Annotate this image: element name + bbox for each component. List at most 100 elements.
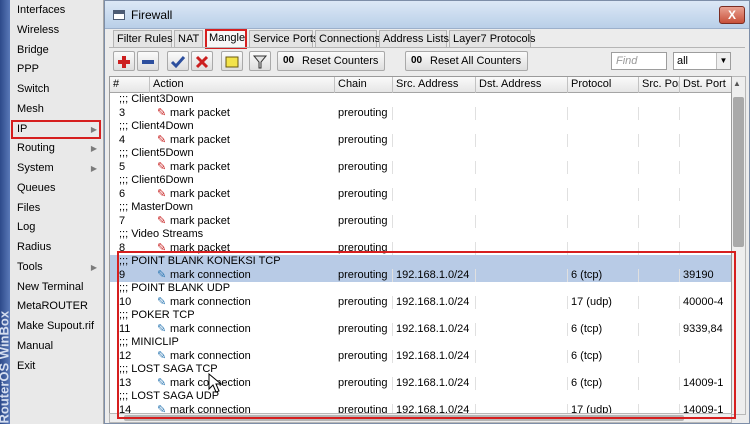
cell-chain: prerouting xyxy=(335,133,393,147)
sidebar-item-label: Exit xyxy=(17,359,36,372)
cell-proto xyxy=(568,214,639,228)
add-button[interactable] xyxy=(113,51,135,71)
rule-number: 5 xyxy=(119,160,126,173)
sidebar-item-bridge[interactable]: Bridge xyxy=(11,41,101,60)
sidebar-item-log[interactable]: Log xyxy=(11,218,101,237)
rule-comment: ;;; MasterDown xyxy=(119,201,193,213)
tab-mangle[interactable]: Mangle xyxy=(205,29,247,49)
cell-dst xyxy=(476,106,568,120)
scroll-up-icon[interactable]: ▲ xyxy=(733,79,741,88)
sidebar-item-manual[interactable]: Manual xyxy=(11,337,101,356)
sidebar-item-radius[interactable]: Radius xyxy=(11,238,101,257)
column-header-dst-port[interactable]: Dst. Port xyxy=(680,77,731,93)
sidebar-item-make-supout-rif[interactable]: Make Supout.rif xyxy=(11,317,101,336)
rule-number: 7 xyxy=(119,214,126,227)
scroll-thumb[interactable] xyxy=(733,97,744,247)
table-comment-row[interactable]: ;;; Client5Down xyxy=(110,147,731,161)
column-header-protocol[interactable]: Protocol xyxy=(568,77,639,93)
sidebar-item-label: Interfaces xyxy=(17,4,66,16)
table-comment-row[interactable]: ;;; MasterDown xyxy=(110,201,731,215)
sidebar-item-tools[interactable]: Tools ▶ xyxy=(11,258,101,277)
rule-comment: ;;; Client6Down xyxy=(119,174,194,186)
column-header-src-address[interactable]: Src. Address xyxy=(393,77,476,93)
close-button[interactable]: X xyxy=(719,6,745,24)
sidebar-item-label: Queues xyxy=(17,181,56,194)
filter-select[interactable]: all ▼ xyxy=(673,52,731,70)
rule-action: ✎ mark packet xyxy=(157,107,230,121)
table-comment-row[interactable]: ;;; Client3Down xyxy=(110,93,731,107)
sidebar-item-label: Radius xyxy=(17,241,52,253)
cell-dport xyxy=(680,188,731,202)
cell-dst xyxy=(476,187,568,201)
table-row[interactable]: 7 ✎ mark packet prerouting xyxy=(110,214,731,229)
window-titlebar[interactable]: Firewall X xyxy=(105,1,749,29)
tab-layer7-protocols[interactable]: Layer7 Protocols xyxy=(449,30,536,48)
table-row[interactable]: 6 ✎ mark packet prerouting xyxy=(110,187,731,202)
sidebar-item-files[interactable]: Files xyxy=(11,199,101,218)
reset-all-counters-button[interactable]: 00 Reset All Counters xyxy=(405,51,529,71)
funnel-icon xyxy=(252,55,268,69)
sidebar-item-mesh[interactable]: Mesh xyxy=(11,100,101,119)
reset-counters-button[interactable]: 00 Reset Counters xyxy=(277,51,386,71)
toolbar: 00 Reset Counters 00 Reset All Counters … xyxy=(109,51,747,73)
enable-button[interactable] xyxy=(167,51,189,71)
sidebar-item-label: Manual xyxy=(17,339,54,352)
cell-src xyxy=(393,160,476,174)
sidebar-item-label: PPP xyxy=(17,63,40,76)
column-header-[interactable]: # xyxy=(110,77,150,93)
sidebar-item-exit[interactable]: Exit xyxy=(11,357,101,376)
mouse-cursor-icon xyxy=(208,373,222,393)
sidebar-item-label: Make Supout.rif xyxy=(17,320,95,332)
sidebar-item-ppp[interactable]: PPP xyxy=(11,60,101,79)
find-input[interactable]: Find xyxy=(611,52,667,70)
window-title: Firewall xyxy=(131,8,173,22)
rule-action-label: mark packet xyxy=(170,214,230,227)
column-header-src-port[interactable]: Src. Port xyxy=(639,77,680,93)
tab-filter-rules[interactable]: Filter Rules xyxy=(113,30,173,48)
table-row[interactable]: 4 ✎ mark packet prerouting xyxy=(110,133,731,147)
table-comment-row[interactable]: ;;; Client4Down xyxy=(110,120,731,134)
table-row[interactable]: 5 ✎ mark packet prerouting xyxy=(110,160,731,175)
sidebar-item-ip[interactable]: IP ▶ xyxy=(11,119,101,139)
sidebar-item-queues[interactable]: Queues xyxy=(11,179,101,198)
cell-src xyxy=(393,106,476,120)
sidebar-item-interfaces[interactable]: Interfaces xyxy=(11,1,101,20)
column-header-dst-address[interactable]: Dst. Address xyxy=(476,77,568,93)
sidebar-item-wireless[interactable]: Wireless xyxy=(11,21,101,40)
note-icon xyxy=(225,56,239,68)
mark-packet-icon: ✎ xyxy=(157,106,167,119)
sidebar-item-metarouter[interactable]: MetaROUTER xyxy=(11,297,101,316)
disable-button[interactable] xyxy=(191,51,213,71)
column-header-action[interactable]: Action xyxy=(150,77,335,93)
sidebar-item-switch[interactable]: Switch xyxy=(11,80,101,99)
tab-connections[interactable]: Connections xyxy=(315,30,380,48)
cell-dst xyxy=(476,133,568,147)
remove-button[interactable] xyxy=(137,51,159,71)
rule-comment: ;;; Video Streams xyxy=(119,228,204,240)
cell-sport xyxy=(639,160,680,174)
tab-nat[interactable]: NAT xyxy=(174,30,203,48)
cell-dport xyxy=(680,215,731,229)
filter-button[interactable] xyxy=(249,51,271,71)
tab-service-ports[interactable]: Service Ports xyxy=(249,30,318,48)
cell-proto xyxy=(568,133,639,147)
rule-number: 6 xyxy=(119,187,126,200)
tab-address-lists[interactable]: Address Lists xyxy=(379,30,449,48)
sidebar-item-new-terminal[interactable]: New Terminal xyxy=(11,278,101,297)
sidebar-item-label: New Terminal xyxy=(17,280,84,293)
cell-sport xyxy=(639,214,680,228)
sidebar-item-label: Log xyxy=(17,221,36,234)
minus-icon xyxy=(142,60,154,64)
rule-action: ✎ mark packet xyxy=(157,161,230,175)
sidebar-item-label: System xyxy=(17,162,54,174)
sidebar-item-label: Mesh xyxy=(17,102,44,115)
sidebar-item-system[interactable]: System ▶ xyxy=(11,159,101,178)
table-comment-row[interactable]: ;;; Client6Down xyxy=(110,174,731,188)
comment-button[interactable] xyxy=(221,51,243,71)
table-row[interactable]: 3 ✎ mark packet prerouting xyxy=(110,106,731,121)
chevron-down-icon[interactable]: ▼ xyxy=(716,53,730,69)
table-comment-row[interactable]: ;;; Video Streams xyxy=(110,228,731,242)
sidebar-item-routing[interactable]: Routing ▶ xyxy=(11,139,101,158)
rule-action-label: mark packet xyxy=(170,133,230,146)
column-header-chain[interactable]: Chain xyxy=(335,77,393,93)
